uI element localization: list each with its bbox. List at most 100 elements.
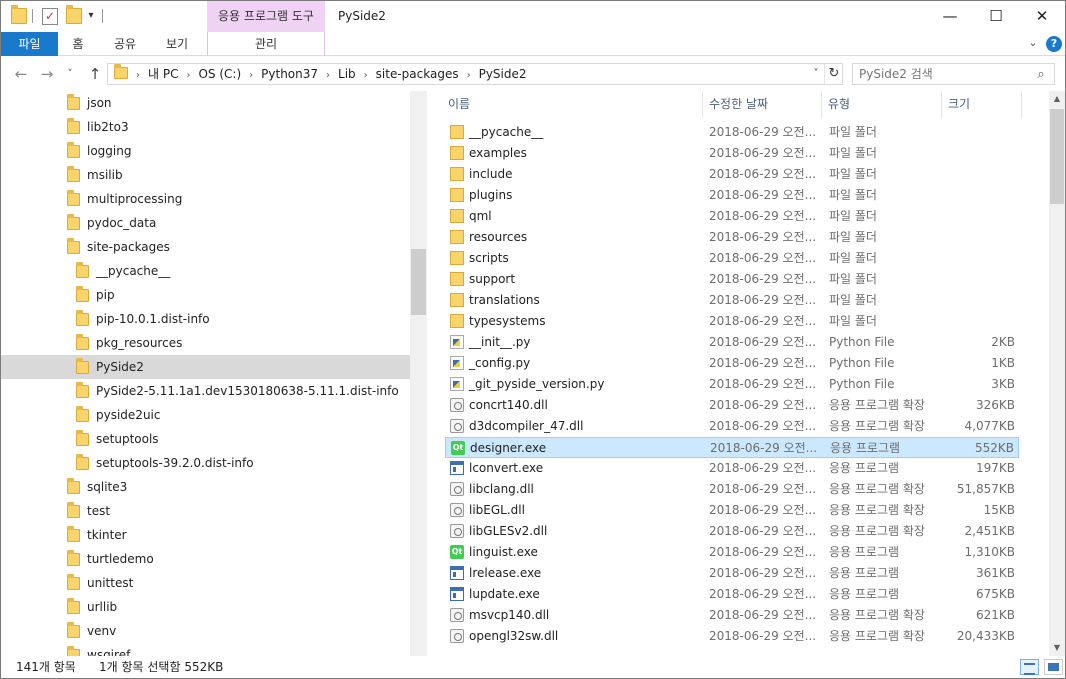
table-row[interactable]: support 2018-06-29 오전... 파일 폴더 [445,269,1019,290]
forward-arrow-icon[interactable]: → [37,65,57,83]
breadcrumb-separator-icon[interactable]: › [467,70,471,81]
details-view-icon[interactable] [1020,659,1039,675]
breadcrumb-this-pc[interactable]: 내 PC [148,67,178,81]
tree-scrollbar[interactable] [410,91,427,656]
tree-item[interactable]: multiprocessing [1,187,411,211]
column-divider[interactable] [941,91,942,118]
table-row[interactable]: __init__.py 2018-06-29 오전... Python File 2K… [445,332,1019,353]
table-row[interactable]: include 2018-06-29 오전... 파일 폴더 [445,164,1019,185]
breadcrumb-drive[interactable]: OS (C:) [198,67,241,81]
breadcrumb-separator-icon[interactable]: › [249,70,253,81]
address-history-chevron-icon[interactable]: ˅ [808,64,824,84]
column-header-type[interactable]: 유형 [828,91,850,118]
table-row[interactable]: scripts 2018-06-29 오전... 파일 폴더 [445,248,1019,269]
tab-file[interactable]: 파일 [1,32,58,56]
recent-locations-chevron-icon[interactable]: ˅ [63,65,77,83]
tree-item[interactable]: tkinter [1,523,411,547]
table-row[interactable]: _config.py 2018-06-29 오전... Python File 1KB [445,353,1019,374]
table-row[interactable]: libclang.dll 2018-06-29 오전... 응용 프로그램 확장 51… [445,479,1019,500]
tab-view[interactable]: 보기 [159,32,195,56]
large-icons-view-icon[interactable] [1044,659,1063,675]
table-row[interactable]: resources 2018-06-29 오전... 파일 폴더 [445,227,1019,248]
expand-ribbon-chevron-icon[interactable]: ⌄ [1025,35,1041,51]
table-row[interactable]: msvcp140.dll 2018-06-29 오전... 응용 프로그램 확장 62… [445,605,1019,626]
table-row[interactable]: __pycache__ 2018-06-29 오전... 파일 폴더 [445,122,1019,143]
table-row[interactable]: qml 2018-06-29 오전... 파일 폴더 [445,206,1019,227]
search-box[interactable]: ⌕ [852,63,1055,85]
maximize-button[interactable]: ☐ [973,1,1019,32]
tree-item[interactable]: PySide2-5.11.1a1.dev1530180638-5.11.1.di… [1,379,411,403]
tree-item[interactable]: logging [1,139,411,163]
breadcrumb-python37[interactable]: Python37 [261,67,318,81]
search-input[interactable] [859,65,1029,83]
table-row[interactable]: concrt140.dll 2018-06-29 오전... 응용 프로그램 확장 3… [445,395,1019,416]
close-button[interactable]: ✕ [1019,1,1065,32]
breadcrumb-separator-icon[interactable]: › [326,70,330,81]
table-row[interactable]: Qt linguist.exe 2018-06-29 오전... 응용 프로그램 1,3… [445,542,1019,563]
scroll-up-arrow-icon[interactable]: ▲ [1049,91,1065,107]
tree-item[interactable]: site-packages [1,235,411,259]
table-row[interactable]: lconvert.exe 2018-06-29 오전... 응용 프로그램 197KB [445,458,1019,479]
tree-item[interactable]: pkg_resources [1,331,411,355]
column-header-size[interactable]: 크기 [948,91,970,118]
breadcrumb-pyside2[interactable]: PySide2 [479,67,527,81]
tree-item[interactable]: pip [1,283,411,307]
file-list-scrollbar-thumb[interactable] [1050,109,1064,204]
table-row[interactable]: plugins 2018-06-29 오전... 파일 폴더 [445,185,1019,206]
table-row[interactable]: lupdate.exe 2018-06-29 오전... 응용 프로그램 675KB [445,584,1019,605]
column-divider[interactable] [821,91,822,118]
tree-item[interactable]: setuptools-39.2.0.dist-info [1,451,411,475]
refresh-icon[interactable]: ↻ [824,64,843,84]
tree-item[interactable]: json [1,91,411,115]
table-row[interactable]: Qt designer.exe 2018-06-29 오전... 응용 프로그램 552… [445,437,1019,458]
column-divider[interactable] [1021,91,1022,118]
tree-item[interactable]: PySide2 [1,355,411,379]
breadcrumb-site-packages[interactable]: site-packages [376,67,459,81]
tab-share[interactable]: 공유 [107,32,143,56]
file-list-scrollbar[interactable]: ▲ ▼ [1049,91,1065,656]
column-header-name[interactable]: 이름 [448,91,470,118]
column-divider[interactable] [702,91,703,118]
tree-item[interactable]: wsgiref [1,643,411,656]
table-row[interactable]: libEGL.dll 2018-06-29 오전... 응용 프로그램 확장 15KB [445,500,1019,521]
table-row[interactable]: libGLESv2.dll 2018-06-29 오전... 응용 프로그램 확장 2… [445,521,1019,542]
tab-manage[interactable]: 관리 [207,32,325,56]
tree-item[interactable]: pydoc_data [1,211,411,235]
minimize-button[interactable]: — [927,1,973,32]
search-icon[interactable]: ⌕ [1033,67,1049,83]
tree-item[interactable]: pip-10.0.1.dist-info [1,307,411,331]
scroll-down-arrow-icon[interactable]: ▼ [1049,640,1065,656]
breadcrumb-separator-icon[interactable]: › [364,70,368,81]
new-folder-icon[interactable] [66,5,82,24]
breadcrumb-separator-icon[interactable]: › [136,70,140,81]
tree-item[interactable]: urllib [1,595,411,619]
up-arrow-icon[interactable]: ↑ [85,65,105,83]
tree-item[interactable]: __pycache__ [1,259,411,283]
tree-item[interactable]: setuptools [1,427,411,451]
table-row[interactable]: lrelease.exe 2018-06-29 오전... 응용 프로그램 361KB [445,563,1019,584]
tree-item[interactable]: sqlite3 [1,475,411,499]
table-row[interactable]: translations 2018-06-29 오전... 파일 폴더 [445,290,1019,311]
tree-item[interactable]: pyside2uic [1,403,411,427]
address-bar[interactable]: › 내 PC › OS (C:) › Python37 › Lib › site-packages… [107,63,843,85]
customize-quick-access-chevron-icon[interactable]: ▾ [86,9,96,23]
breadcrumb-separator-icon[interactable]: › [186,70,190,81]
tree-item[interactable]: msilib [1,163,411,187]
tree-item[interactable]: unittest [1,571,411,595]
breadcrumb-lib[interactable]: Lib [338,67,356,81]
table-row[interactable]: opengl32sw.dll 2018-06-29 오전... 응용 프로그램 확장… [445,626,1019,647]
tree-item[interactable]: test [1,499,411,523]
tab-home[interactable]: 홈 [63,32,93,56]
table-row[interactable]: examples 2018-06-29 오전... 파일 폴더 [445,143,1019,164]
tree-item[interactable]: turtledemo [1,547,411,571]
table-row[interactable]: _git_pyside_version.py 2018-06-29 오전... Py… [445,374,1019,395]
column-header-date[interactable]: 수정한 날짜 [709,91,768,118]
back-arrow-icon[interactable]: ← [11,65,31,83]
table-row[interactable]: d3dcompiler_47.dll 2018-06-29 오전... 응용 프로그… [445,416,1019,437]
tree-scrollbar-thumb[interactable] [411,249,426,315]
properties-checkmark-icon[interactable]: ✓ [42,8,58,25]
tree-item[interactable]: venv [1,619,411,643]
help-icon[interactable]: ? [1046,36,1062,52]
tree-item[interactable]: lib2to3 [1,115,411,139]
table-row[interactable]: typesystems 2018-06-29 오전... 파일 폴더 [445,311,1019,332]
